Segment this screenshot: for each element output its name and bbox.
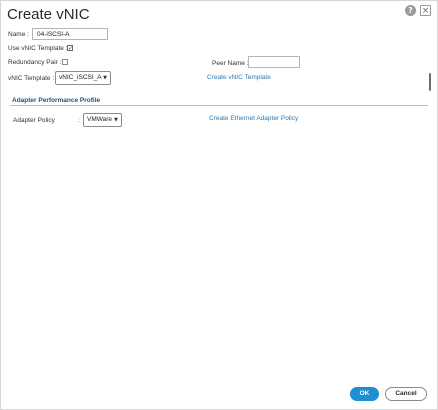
- ok-button[interactable]: OK: [350, 387, 379, 401]
- vnic-template-select[interactable]: vNIC_iSCSI_A ▼: [55, 71, 111, 85]
- vnic-template-label: vNIC Template :: [8, 75, 55, 82]
- chevron-down-icon: ▼: [114, 117, 118, 123]
- close-icon[interactable]: ×: [420, 5, 431, 16]
- redundancy-pair-label: Redundancy Pair :: [8, 59, 62, 66]
- adapter-policy-label: Adapter Policy: [13, 117, 55, 124]
- name-label: Name :: [8, 31, 29, 38]
- scrollbar-thumb[interactable]: [429, 73, 431, 91]
- create-ethernet-adapter-policy-link[interactable]: Create Ethernet Adapter Policy: [209, 115, 298, 122]
- cancel-button[interactable]: Cancel: [385, 387, 427, 401]
- use-template-label: Use vNIC Template :: [8, 45, 68, 52]
- adapter-policy-colon: :: [78, 117, 80, 124]
- adapter-policy-value: VMWare: [87, 116, 113, 123]
- create-vnic-dialog: Create vNIC ? × Name : 04-iSCSI-A Use vN…: [0, 0, 438, 410]
- create-vnic-template-link[interactable]: Create vNIC Template: [207, 74, 271, 81]
- section-header-adapter-performance: Adapter Performance Profile: [12, 97, 101, 104]
- redundancy-pair-checkbox[interactable]: [62, 59, 68, 65]
- vnic-template-value: vNIC_iSCSI_A: [59, 74, 102, 81]
- chevron-down-icon: ▼: [103, 75, 107, 81]
- help-icon[interactable]: ?: [405, 5, 416, 16]
- adapter-policy-select[interactable]: VMWare ▼: [83, 113, 122, 127]
- dialog-title: Create vNIC: [7, 6, 90, 23]
- title-icons: ? ×: [405, 5, 431, 16]
- peer-name-input[interactable]: [248, 56, 300, 68]
- peer-name-label: Peer Name :: [212, 60, 249, 67]
- use-template-checkbox[interactable]: ✓: [67, 45, 73, 52]
- section-divider: [10, 105, 428, 106]
- name-input[interactable]: 04-iSCSI-A: [32, 28, 108, 40]
